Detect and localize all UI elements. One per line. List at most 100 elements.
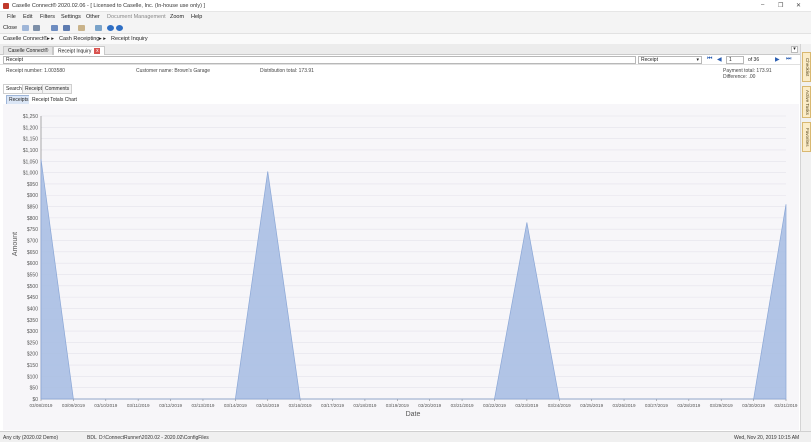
breadcrumb-separator: ▸ ▸ [99, 36, 107, 42]
menu-file[interactable]: File [7, 14, 16, 20]
chart-grid [41, 115, 786, 400]
y-tick-label: $850 [27, 205, 38, 211]
record-number-input[interactable]: 1 [726, 56, 744, 64]
y-tick-label: $1,100 [23, 148, 39, 154]
x-tick-label: 03/27/2019 [645, 403, 668, 408]
y-tick-label: $750 [27, 227, 38, 233]
last-record-icon[interactable]: ⏭ [786, 56, 791, 63]
x-tick-label: 03/08/2019 [30, 403, 53, 408]
y-tick-label: $500 [27, 284, 38, 290]
menu-help[interactable]: Help [191, 14, 202, 20]
menu-edit[interactable]: Edit [23, 14, 32, 20]
status-organization: Any city (2020.02 Demo) [3, 435, 59, 441]
y-tick-label: $700 [27, 239, 38, 245]
close-tab-icon[interactable]: x [94, 48, 101, 54]
x-tick-label: 03/28/2019 [677, 403, 700, 408]
x-tick-label: 03/10/2019 [94, 403, 117, 408]
y-tick-label: $650 [27, 250, 38, 256]
customer-name: Customer name: Brown's Garage [136, 68, 211, 74]
menu-settings[interactable]: Settings [61, 14, 81, 20]
chart-svg: $0$50$100$150$200$250$300$350$400$450$50… [12, 114, 798, 418]
y-tick-label: $950 [27, 182, 38, 188]
menu-filters[interactable]: Filters [40, 14, 55, 20]
x-tick-label: 03/22/2019 [483, 403, 506, 408]
receipt-info: Receipt number: 1.003580 Customer name: … [0, 66, 800, 82]
maximize-button[interactable]: ❐ [778, 2, 783, 9]
x-axis: 03/08/2019 03/09/2019 03/10/2019 03/11/2019… [30, 398, 798, 408]
search-type-select[interactable]: Receipt ▾ [638, 56, 702, 64]
export-icon[interactable] [51, 25, 58, 31]
y-tick-label: $300 [27, 329, 38, 335]
x-tick-label: 03/16/2019 [289, 403, 312, 408]
copy-icon[interactable] [22, 25, 29, 31]
y-tick-label: $1,050 [23, 159, 39, 165]
link-icon[interactable] [95, 25, 102, 31]
menu-bar: File Edit Filters Settings Other Documen… [0, 12, 811, 22]
y-tick-label: $1,250 [23, 114, 39, 120]
right-sidebar: Checklist Active Tasks Favorites [800, 44, 811, 431]
x-tick-label: 03/26/2019 [613, 403, 636, 408]
folder-icon[interactable] [78, 25, 85, 31]
breadcrumb-root[interactable]: Caselle Connect® [3, 36, 47, 42]
y-tick-label: $200 [27, 352, 38, 358]
breadcrumb-receipt-inquiry[interactable]: Receipt Inquiry [111, 36, 148, 42]
app-icon [3, 3, 9, 9]
tab-receipt-inquiry[interactable]: Receipt Inquiry x [53, 46, 106, 55]
x-tick-label: 03/19/2019 [386, 403, 409, 408]
search-type-value: Receipt [641, 57, 658, 63]
y-tick-label: $150 [27, 363, 38, 369]
search-row: Receipt Receipt ▾ ⏮ ◀ 1 of 36 ▶ ⏭ [0, 55, 800, 65]
x-tick-label: 03/15/2019 [256, 403, 279, 408]
breadcrumb-cash-receipting[interactable]: Cash Receipting [59, 36, 99, 42]
search-input[interactable]: Receipt [3, 56, 636, 64]
filter-icon[interactable] [63, 25, 70, 31]
menu-other[interactable]: Other [86, 14, 100, 20]
sidebar-item-active-tasks[interactable]: Active Tasks [802, 86, 811, 118]
print-icon[interactable] [33, 25, 40, 31]
y-tick-label: $800 [27, 216, 38, 222]
sidebar-item-favorites[interactable]: Favorites [802, 122, 811, 152]
status-config-path: D:\ConnectRunner\2020.02 - 2020.02\Confi… [99, 435, 209, 441]
chevron-down-icon: ▾ [696, 57, 699, 63]
x-tick-label: 03/13/2019 [191, 403, 214, 408]
y-axis-label: Amount [12, 232, 19, 256]
close-window-button[interactable]: ✕ [796, 2, 801, 9]
y-axis: $0$50$100$150$200$250$300$350$400$450$50… [23, 114, 42, 403]
breadcrumb: Caselle Connect® ▸ ▸ Cash Receipting ▸ ▸… [0, 34, 811, 44]
x-tick-label: 03/18/2019 [353, 403, 376, 408]
window-title: Caselle Connect® 2020.02.06 - [ Licensed… [12, 3, 205, 9]
close-button[interactable]: Close [3, 25, 17, 31]
y-tick-label: $250 [27, 340, 38, 346]
x-tick-label: 03/09/2019 [62, 403, 85, 408]
first-record-icon[interactable]: ⏮ [707, 56, 712, 63]
y-tick-label: $1,200 [23, 125, 39, 131]
tab-comments[interactable]: Comments [42, 84, 73, 94]
receipt-number: Receipt number: 1.003580 [6, 68, 65, 74]
x-tick-label: 03/21/2019 [451, 403, 474, 408]
title-bar: Caselle Connect® 2020.02.06 - [ Licensed… [0, 0, 811, 12]
sidebar-item-checklist[interactable]: Checklist [802, 52, 811, 82]
receipt-totals-chart: $0 $50 $100 $150 $200 $250 $300 $350 $400 $450 $50… [3, 104, 799, 430]
x-axis-label: Date [406, 411, 421, 418]
y-tick-label: $550 [27, 272, 38, 278]
toolbar: Close [0, 22, 811, 34]
previous-record-icon[interactable]: ◀ [717, 56, 722, 63]
difference: Difference: .00 [723, 74, 756, 80]
minimize-button[interactable]: – [761, 2, 764, 8]
help-icon[interactable] [107, 25, 114, 31]
y-tick-label: $900 [27, 193, 38, 199]
y-tick-label: $50 [30, 386, 39, 392]
menu-zoom[interactable]: Zoom [170, 14, 184, 20]
info-icon[interactable] [116, 25, 123, 31]
status-datetime: Wed, Nov 20, 2019 10:15 AM [734, 435, 800, 441]
tab-caselle-connect[interactable]: Caselle Connect® [3, 46, 54, 55]
tab-dropdown-icon[interactable]: ▾ [791, 46, 798, 53]
x-tick-label: 03/20/2019 [418, 403, 441, 408]
x-tick-label: 03/11/2019 [127, 403, 150, 408]
y-tick-label: $600 [27, 261, 38, 267]
menu-document-management[interactable]: Document Management [107, 14, 166, 20]
y-tick-label: $100 [27, 374, 38, 380]
next-record-icon[interactable]: ▶ [775, 56, 780, 63]
x-tick-label: 03/12/2019 [159, 403, 182, 408]
x-tick-label: 03/30/2019 [742, 403, 765, 408]
